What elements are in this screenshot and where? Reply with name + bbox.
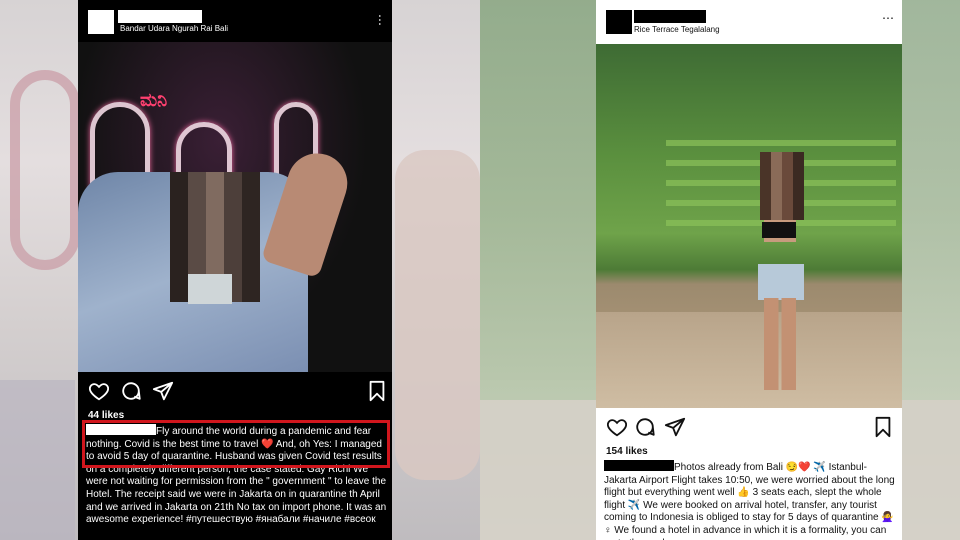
avatar[interactable] [88,10,114,34]
post-actions [78,376,392,406]
rice-terrace-row [666,140,896,146]
post-photo[interactable]: ಮನಿ [78,42,392,372]
more-icon[interactable]: ⋯ [373,14,387,26]
post-location[interactable]: Bandar Udara Ngurah Rai Bali [120,24,228,33]
person-shorts [758,264,804,300]
more-icon[interactable]: ⋯ [882,12,894,24]
blurred-person-decor [0,380,75,540]
blurred-jungle-left [480,0,600,380]
likes-count[interactable]: 44 likes [88,410,124,421]
post-header: Bandar Udara Ngurah Rai Bali ⋯ [78,0,392,42]
post-caption: Fly around the world during a pandemic a… [86,424,388,527]
likes-count[interactable]: 154 likes [606,446,648,457]
pixelated-face [760,152,804,220]
post-photo[interactable] [596,44,902,408]
username-redacted[interactable] [634,10,706,23]
post-location[interactable]: Rice Terrace Tegalalang [634,25,720,34]
post-header: Rice Terrace Tegalalang ⋯ [596,0,902,42]
comment-icon[interactable] [634,416,656,438]
wooden-boardwalk [596,312,902,408]
instagram-post-right: Rice Terrace Tegalalang ⋯ 154 likes Phot… [596,0,902,540]
avatar[interactable] [606,10,632,34]
comment-icon[interactable] [120,380,142,402]
blurred-neon-decor [10,70,80,270]
post-actions [596,412,902,442]
username-redacted[interactable] [86,424,156,435]
blurred-hand-decor [395,150,480,480]
neon-sign-text: ಮನಿ [140,90,168,111]
face-mask [188,274,232,304]
person-legs [764,298,796,390]
person-top [762,222,796,238]
bookmark-icon[interactable] [872,416,894,438]
username-redacted[interactable] [118,10,202,23]
share-icon[interactable] [664,416,686,438]
instagram-post-left: Bandar Udara Ngurah Rai Bali ⋯ ಮನಿ 44 li… [78,0,392,540]
post-caption: Photos already from Bali 😏❤️ ✈️ Istanbul… [604,460,898,540]
bookmark-icon[interactable] [366,380,388,402]
blurred-jungle-right [900,0,960,400]
heart-icon[interactable] [606,416,628,438]
caption-text: Fly around the world during a pandemic a… [86,426,387,526]
username-redacted[interactable] [604,460,674,471]
share-icon[interactable] [152,380,174,402]
heart-icon[interactable] [88,380,110,402]
caption-text: Photos already from Bali 😏❤️ ✈️ Istanbul… [604,462,895,540]
person-standing [756,152,804,408]
